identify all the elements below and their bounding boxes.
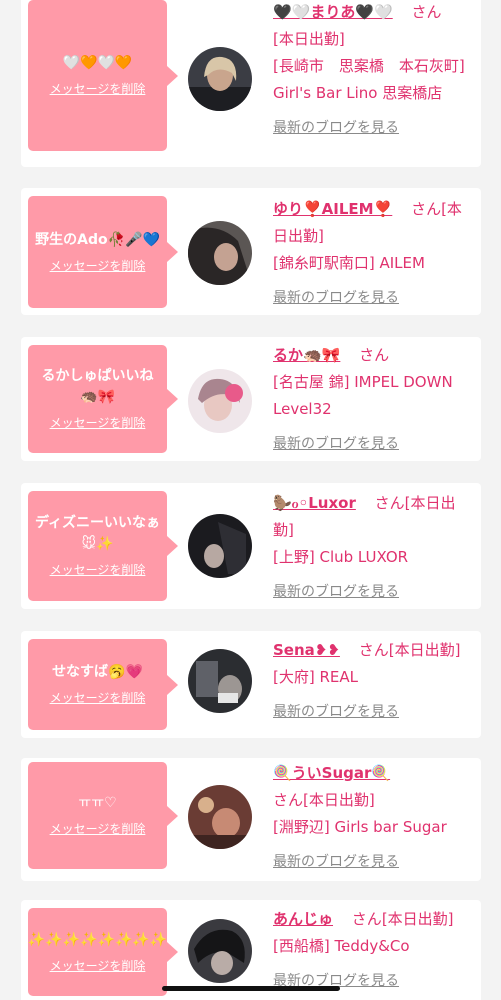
avatar[interactable] xyxy=(188,919,252,983)
message-bubble: ディズニーいいなぁ🐭✨ メッセージを削除 xyxy=(28,491,178,601)
message-card: るかしゅぱいいね🦔🎀 メッセージを削除 るか🦔🎀 さん [名古屋 錦] IMPE… xyxy=(21,337,481,461)
shop-info: [西船橋] Teddy&Co xyxy=(273,937,410,955)
shop-info: [淵野辺] Girls bar Sugar xyxy=(273,818,447,836)
status-badge: [本日出勤] xyxy=(388,641,461,659)
status-badge: [本日出勤] xyxy=(303,791,375,809)
san-suffix: さん xyxy=(411,3,442,21)
avatar-photo-icon xyxy=(188,919,252,983)
message-card: ✨✨✨✨✨✨✨✨ メッセージを削除 あんじゅ さん[本日出勤] [西船橋] Te… xyxy=(21,900,481,1000)
message-bubble: るかしゅぱいいね🦔🎀 メッセージを削除 xyxy=(28,345,178,453)
cast-info: 🦫ℴ◦Luxor さん[本日出勤] [上野] Club LUXOR 最新のブログ… xyxy=(273,490,473,606)
latest-blog-link[interactable]: 最新のブログを見る xyxy=(273,431,473,458)
message-text: ✨✨✨✨✨✨✨✨ xyxy=(27,931,168,948)
cast-info: あんじゅ さん[本日出勤] [西船橋] Teddy&Co 最新のブログを見る xyxy=(273,906,473,995)
home-indicator[interactable] xyxy=(162,986,340,991)
latest-blog-link[interactable]: 最新のブログを見る xyxy=(273,699,473,726)
delete-message-link[interactable]: メッセージを削除 xyxy=(50,257,146,275)
message-bubble: ㅠㅠ♡ メッセージを削除 xyxy=(28,762,178,869)
message-text: 🤍🧡🤍🧡 xyxy=(62,55,133,71)
avatar[interactable] xyxy=(188,369,252,433)
shop-info: [錦糸町駅南口] AILEM xyxy=(273,254,425,272)
cast-info: Sena❥❥ さん[本日出勤] [大府] REAL 最新のブログを見る xyxy=(273,637,473,726)
delete-message-link[interactable]: メッセージを削除 xyxy=(50,820,146,838)
avatar[interactable] xyxy=(188,221,252,285)
message-text: せなすば🥱💗 xyxy=(52,664,143,680)
avatar-photo-icon xyxy=(188,649,252,713)
message-text: るかしゅぱいいね🦔🎀 xyxy=(41,368,154,405)
delete-message-link[interactable]: メッセージを削除 xyxy=(50,957,146,975)
message-card: ディズニーいいなぁ🐭✨ メッセージを削除 🦫ℴ◦Luxor さん[本日出勤] [… xyxy=(21,483,481,609)
avatar-photo-icon xyxy=(188,47,252,111)
message-card: 野生のAdo🥀🎤💙 メッセージを削除 ゆり❣️AILEM❣️ さん[本日出勤] … xyxy=(21,188,481,315)
avatar-photo-icon xyxy=(188,785,252,849)
san-suffix: さん xyxy=(359,346,390,364)
avatar[interactable] xyxy=(188,785,252,849)
san-suffix: さん xyxy=(273,791,304,809)
cast-name-link[interactable]: あんじゅ xyxy=(273,910,333,928)
status-badge: [本日出勤] xyxy=(381,910,454,928)
avatar[interactable] xyxy=(188,514,252,578)
message-text: ディズニーいいなぁ🐭✨ xyxy=(34,515,161,552)
avatar[interactable] xyxy=(188,47,252,111)
avatar[interactable] xyxy=(188,649,252,713)
avatar-photo-icon xyxy=(188,221,252,285)
status-badge: [本日出勤] xyxy=(273,30,345,48)
message-text: ㅠㅠ♡ xyxy=(78,795,117,811)
message-bubble: せなすば🥱💗 メッセージを削除 xyxy=(28,639,178,730)
cast-info: るか🦔🎀 さん [名古屋 錦] IMPEL DOWN Level32 最新のブロ… xyxy=(273,342,473,458)
san-suffix: さん xyxy=(374,494,405,512)
cast-info: 🖤🤍まりあ🖤🤍 さん [本日出勤] [長崎市 思案橋 本石灰町] Girl's … xyxy=(273,0,473,142)
message-bubble: 🤍🧡🤍🧡 メッセージを削除 xyxy=(28,0,178,151)
delete-message-link[interactable]: メッセージを削除 xyxy=(50,561,146,579)
cast-name-link[interactable]: 🖤🤍まりあ🖤🤍 xyxy=(273,3,393,21)
cast-name-link[interactable]: ゆり❣️AILEM❣️ xyxy=(273,200,392,218)
message-card: ㅠㅠ♡ メッセージを削除 🍭ういSugar🍭 さん[本日出勤] [淵野辺] Gi… xyxy=(21,758,481,881)
latest-blog-link[interactable]: 最新のブログを見る xyxy=(273,579,473,606)
shop-info: [長崎市 思案橋 本石灰町] Girl's Bar Lino 思案橋店 xyxy=(273,57,465,102)
avatar-photo-icon xyxy=(188,369,252,433)
latest-blog-link[interactable]: 最新のブログを見る xyxy=(273,285,473,312)
latest-blog-link[interactable]: 最新のブログを見る xyxy=(273,115,473,142)
san-suffix: さん xyxy=(358,641,389,659)
cast-name-link[interactable]: るか🦔🎀 xyxy=(273,346,340,364)
message-bubble: 野生のAdo🥀🎤💙 メッセージを削除 xyxy=(28,196,178,308)
shop-info: [上野] Club LUXOR xyxy=(273,548,409,566)
shop-info: [大府] REAL xyxy=(273,668,358,686)
delete-message-link[interactable]: メッセージを削除 xyxy=(50,80,146,98)
message-card: 🤍🧡🤍🧡 メッセージを削除 🖤🤍まりあ🖤🤍 さん [本日出勤] [長崎市 思案橋… xyxy=(21,0,481,167)
cast-name-link[interactable]: 🍭ういSugar🍭 xyxy=(273,764,390,782)
cast-name-link[interactable]: 🦫ℴ◦Luxor xyxy=(273,494,356,512)
cast-info: ゆり❣️AILEM❣️ さん[本日出勤] [錦糸町駅南口] AILEM 最新のブ… xyxy=(273,196,473,312)
shop-info: [名古屋 錦] IMPEL DOWN Level32 xyxy=(273,373,453,418)
cast-name-link[interactable]: Sena❥❥ xyxy=(273,641,340,659)
cast-info: 🍭ういSugar🍭 さん[本日出勤] [淵野辺] Girls bar Sugar… xyxy=(273,760,473,876)
san-suffix: さん xyxy=(351,910,382,928)
avatar-photo-icon xyxy=(188,514,252,578)
message-bubble: ✨✨✨✨✨✨✨✨ メッセージを削除 xyxy=(27,908,178,996)
delete-message-link[interactable]: メッセージを削除 xyxy=(50,414,146,432)
san-suffix: さん xyxy=(411,200,442,218)
delete-message-link[interactable]: メッセージを削除 xyxy=(50,689,146,707)
latest-blog-link[interactable]: 最新のブログを見る xyxy=(273,849,473,876)
message-text: 野生のAdo🥀🎤💙 xyxy=(35,231,160,248)
message-card: せなすば🥱💗 メッセージを削除 Sena❥❥ さん[本日出勤] [大府] REA… xyxy=(21,631,481,738)
